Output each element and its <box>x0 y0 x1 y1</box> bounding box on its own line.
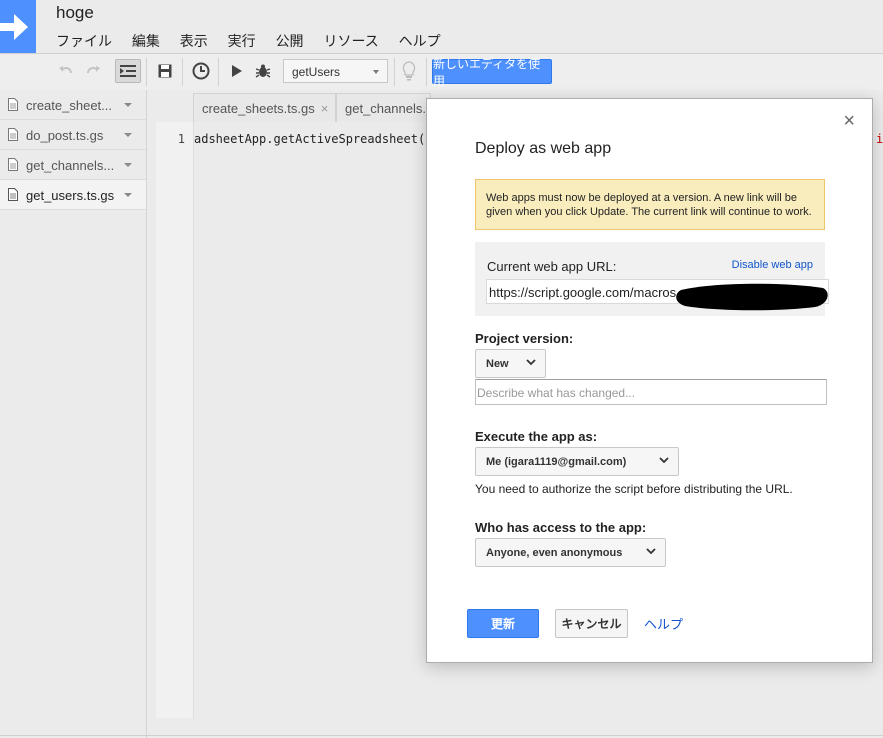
project-version-label: Project version: <box>475 331 574 346</box>
disable-web-app-link[interactable]: Disable web app <box>732 259 813 271</box>
project-title[interactable]: hoge <box>56 3 94 23</box>
toolbar: getUsers 新しいエディタを使用 <box>0 53 883 90</box>
file-item[interactable]: get_channels... <box>0 150 146 180</box>
status-divider <box>0 735 883 736</box>
file-icon <box>8 128 18 141</box>
update-button[interactable]: 更新 <box>467 609 539 638</box>
file-name: create_sheet... <box>26 98 112 113</box>
close-icon[interactable]: × <box>843 111 855 131</box>
file-icon <box>8 158 18 171</box>
play-icon <box>232 65 242 77</box>
editor-tab[interactable]: create_sheets.ts.gs × <box>193 93 336 122</box>
floppy-disk-icon <box>158 64 172 78</box>
file-list: create_sheet... do_post.ts.gs get_channe… <box>0 90 147 738</box>
help-link[interactable]: ヘルプ <box>644 614 683 633</box>
file-icon <box>8 98 18 111</box>
function-select[interactable]: getUsers <box>283 59 388 83</box>
bug-icon <box>255 64 271 78</box>
chevron-down-icon[interactable] <box>124 133 132 137</box>
apps-script-logo[interactable] <box>0 0 36 53</box>
cancel-button[interactable]: キャンセル <box>555 609 628 638</box>
execute-as-value: Me (igara1119@gmail.com) <box>486 456 627 468</box>
chevron-down-icon[interactable] <box>124 193 132 197</box>
version-notice: Web apps must now be deployed at a versi… <box>475 179 825 230</box>
dialog-title: Deploy as web app <box>475 140 612 157</box>
close-tab-icon[interactable]: × <box>321 101 329 116</box>
version-description-input[interactable]: Describe what has changed... <box>475 379 827 405</box>
current-url-label: Current web app URL: <box>487 259 617 274</box>
tab-label: get_channels.t <box>345 101 430 116</box>
deploy-web-app-dialog: × Deploy as web app Web apps must now be… <box>426 98 873 663</box>
file-item[interactable]: create_sheet... <box>0 90 146 120</box>
toolbar-divider <box>218 58 219 86</box>
line-number: 1 <box>177 132 185 146</box>
triggers-button[interactable] <box>188 59 214 83</box>
chevron-down-icon <box>373 70 379 74</box>
authorization-note: You need to authorize the script before … <box>475 482 793 496</box>
code-line[interactable]: adsheetApp.getActiveSpreadsheet(). <box>194 132 440 146</box>
toolbar-divider <box>182 58 183 86</box>
line-gutter <box>156 122 194 718</box>
menu-view[interactable]: 表示 <box>180 33 208 49</box>
file-name: do_post.ts.gs <box>26 128 104 143</box>
toolbar-divider <box>394 58 395 86</box>
chevron-down-icon[interactable] <box>124 103 132 107</box>
chevron-down-icon[interactable] <box>124 163 132 167</box>
chevron-down-icon <box>659 457 669 464</box>
access-value: Anyone, even anonymous <box>486 547 623 559</box>
project-version-select[interactable]: New <box>475 349 546 378</box>
undo-icon <box>59 66 72 74</box>
menu-edit[interactable]: 編集 <box>132 33 160 49</box>
code-line-tail: i <box>876 132 883 146</box>
redaction-scribble <box>676 283 828 311</box>
file-icon <box>8 188 18 201</box>
editor-tab[interactable]: get_channels.t <box>336 93 431 122</box>
access-label: Who has access to the app: <box>475 520 647 535</box>
file-item-active[interactable]: get_users.ts.gs <box>0 180 146 210</box>
indent-icon <box>120 65 136 77</box>
current-url-panel: Current web app URL: Disable web app htt… <box>475 242 829 316</box>
execute-as-label: Execute the app as: <box>475 429 598 444</box>
chevron-down-icon <box>646 548 656 555</box>
tab-label: create_sheets.ts.gs <box>202 101 315 116</box>
arrow-right-icon <box>0 14 28 40</box>
debug-button[interactable] <box>250 59 276 83</box>
file-name: get_channels... <box>26 158 115 173</box>
menu-publish[interactable]: 公開 <box>276 33 304 49</box>
execute-as-select[interactable]: Me (igara1119@gmail.com) <box>475 447 679 476</box>
save-button[interactable] <box>152 59 178 83</box>
access-select[interactable]: Anyone, even anonymous <box>475 538 666 567</box>
lightbulb-icon <box>402 61 416 81</box>
clock-icon <box>192 62 210 80</box>
toolbar-divider <box>146 58 147 86</box>
menu-help[interactable]: ヘルプ <box>399 33 441 49</box>
redo-icon <box>87 66 100 74</box>
use-new-editor-button[interactable]: 新しいエディタを使用 <box>432 57 552 88</box>
menu-resources[interactable]: リソース <box>323 33 378 49</box>
chevron-down-icon <box>526 359 536 366</box>
toolbar-divider <box>426 58 427 86</box>
run-button[interactable] <box>224 59 250 83</box>
redo-button[interactable] <box>80 59 106 83</box>
project-version-value: New <box>486 358 509 370</box>
file-item[interactable]: do_post.ts.gs <box>0 120 146 150</box>
indent-button[interactable] <box>115 59 141 83</box>
menu-bar: ファイル 編集 表示 実行 公開 リソース ヘルプ <box>56 31 457 49</box>
undo-button[interactable] <box>53 59 79 83</box>
function-select-value: getUsers <box>292 65 341 79</box>
execution-hints-button[interactable] <box>396 59 422 83</box>
file-name: get_users.ts.gs <box>26 188 115 203</box>
menu-run[interactable]: 実行 <box>228 33 256 49</box>
menu-file[interactable]: ファイル <box>56 33 112 49</box>
